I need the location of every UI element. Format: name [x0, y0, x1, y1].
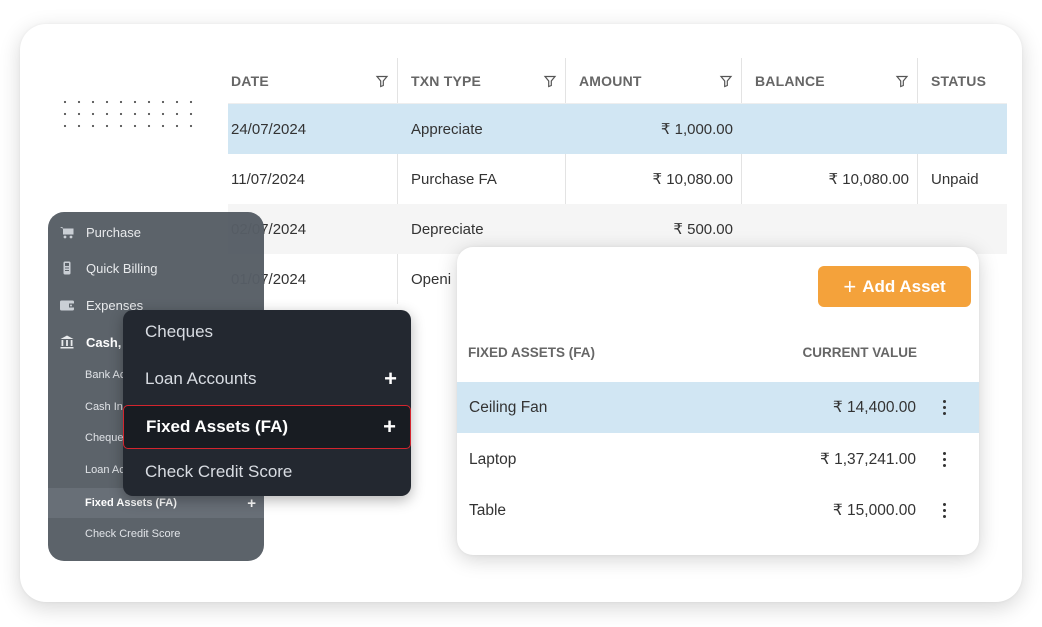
asset-name: Ceiling Fan	[469, 398, 548, 416]
column-header-txn-type[interactable]: TXN TYPE	[398, 58, 566, 103]
add-icon[interactable]: +	[383, 414, 396, 440]
status-badge: Unpaid	[931, 170, 979, 188]
filter-icon[interactable]	[719, 74, 733, 88]
plus-icon: +	[843, 273, 857, 299]
decorative-dot-grid	[58, 96, 198, 136]
filter-icon[interactable]	[543, 74, 557, 88]
asset-row[interactable]: Ceiling Fan ₹ 14,400.00	[457, 382, 979, 433]
sidebar-subitem-cheques[interactable]: Cheque	[85, 427, 124, 449]
sidebar-subitem-check-credit-score[interactable]: Check Credit Score	[85, 523, 180, 545]
cell-date: 11/07/2024	[228, 154, 398, 204]
cell-balance	[742, 104, 918, 154]
filter-icon[interactable]	[895, 74, 909, 88]
column-header-date[interactable]: DATE	[228, 58, 398, 103]
cell-balance: ₹ 10,080.00	[742, 154, 918, 204]
column-header-status[interactable]: STATUS	[918, 58, 1007, 103]
column-header-current-value: CURRENT VALUE	[802, 345, 918, 360]
cell-txn-type: Purchase FA	[398, 154, 566, 204]
asset-name: Laptop	[469, 450, 517, 468]
sidebar-item-purchase[interactable]: Purchase	[48, 218, 264, 246]
filter-icon[interactable]	[375, 74, 389, 88]
asset-row[interactable]: Laptop ₹ 1,37,241.00	[457, 434, 979, 485]
add-asset-button[interactable]: + Add Asset	[818, 266, 971, 307]
table-header: DATE TXN TYPE AMOUNT BALANCE STATUS	[228, 58, 1007, 104]
table-row[interactable]: 24/07/2024 Appreciate ₹ 1,000.00	[228, 104, 1007, 154]
sidebar-item-quick-billing[interactable]: Quick Billing	[48, 254, 264, 282]
more-options-icon[interactable]	[939, 450, 949, 470]
cart-icon	[60, 225, 74, 239]
more-options-icon[interactable]	[939, 398, 949, 418]
more-options-icon[interactable]	[939, 501, 949, 521]
cell-status	[918, 104, 1007, 154]
column-header-amount[interactable]: AMOUNT	[566, 58, 742, 103]
menu-item-fixed-assets[interactable]: Fixed Assets (FA) +	[123, 405, 411, 449]
menu-item-cheques[interactable]: Cheques	[123, 310, 411, 354]
menu-item-check-credit-score[interactable]: Check Credit Score	[123, 450, 411, 494]
cell-txn-type: Appreciate	[411, 120, 483, 138]
asset-name: Table	[469, 501, 507, 519]
sidebar-subitem-cash-in-hand[interactable]: Cash In	[85, 396, 123, 418]
column-header-balance[interactable]: BALANCE	[742, 58, 918, 103]
sidebar-subitem-loan-accounts[interactable]: Loan Ac	[85, 459, 125, 481]
add-icon[interactable]: +	[384, 366, 397, 392]
cell-amount: ₹ 1,000.00	[660, 121, 733, 138]
asset-value: ₹ 15,000.00	[832, 502, 916, 519]
cell-date: 24/07/2024	[231, 120, 307, 138]
asset-value: ₹ 1,37,241.00	[819, 451, 916, 468]
cash-bank-flyout-menu: Cheques Loan Accounts + Fixed Assets (FA…	[123, 310, 411, 496]
asset-value: ₹ 14,400.00	[832, 399, 916, 416]
menu-item-loan-accounts[interactable]: Loan Accounts +	[123, 357, 411, 401]
table-row[interactable]: 11/07/2024 Purchase FA ₹ 10,080.00 ₹ 10,…	[228, 154, 1007, 204]
bank-icon	[60, 335, 74, 349]
pos-device-icon	[60, 261, 74, 275]
wallet-icon	[60, 298, 74, 312]
sidebar-subitem-bank-accounts[interactable]: Bank Ac	[85, 364, 125, 386]
cell-amount: ₹ 10,080.00	[566, 154, 742, 204]
column-header-fixed-assets: FIXED ASSETS (FA)	[468, 345, 596, 360]
add-icon[interactable]: +	[247, 495, 256, 512]
fixed-assets-panel: + Add Asset FIXED ASSETS (FA) CURRENT VA…	[457, 247, 979, 555]
asset-row[interactable]: Table ₹ 15,000.00	[457, 485, 979, 536]
